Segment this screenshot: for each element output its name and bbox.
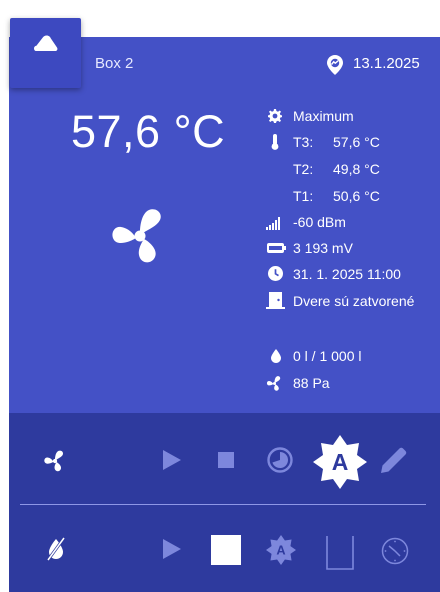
- controls-divider: [20, 504, 426, 505]
- main-temperature: 57,6 °C: [71, 106, 226, 157]
- battery-icon: [267, 243, 286, 253]
- water-volume: 0 l / 1 000 l: [293, 348, 362, 364]
- signal-strength: -60 dBm: [293, 214, 346, 230]
- stop-icon[interactable]: [218, 452, 234, 468]
- fan-icon: [112, 209, 161, 263]
- auto-mode-icon[interactable]: A: [313, 435, 367, 489]
- last-update: 31. 1. 2025 11:00: [293, 266, 401, 282]
- auto-badge-label: A: [332, 449, 349, 475]
- fan-small-icon: [266, 376, 281, 391]
- door-icon: [266, 292, 285, 309]
- sensor-label: T3:: [293, 134, 314, 150]
- clock-icon: [268, 266, 283, 281]
- cloud-icon: [34, 35, 58, 51]
- fan-icon: [44, 450, 64, 472]
- gear-icon: [268, 109, 282, 123]
- stop-icon[interactable]: [211, 535, 241, 565]
- water-off-icon: [46, 537, 66, 561]
- play-icon[interactable]: [163, 450, 181, 470]
- play-icon[interactable]: [163, 539, 181, 559]
- pressure: 88 Pa: [293, 375, 330, 391]
- door-status: Dvere sú zatvorené: [293, 293, 415, 309]
- timer-icon[interactable]: [267, 447, 293, 473]
- door-icon[interactable]: [326, 536, 354, 570]
- sensor-label: T2:: [293, 161, 314, 177]
- clock-icon[interactable]: [381, 537, 409, 565]
- signal-icon: [266, 217, 280, 230]
- edit-icon[interactable]: [381, 447, 407, 473]
- sensor-value: 50,6 °C: [333, 188, 380, 204]
- logo-tile[interactable]: [10, 18, 81, 88]
- sensor-label: T1:: [293, 188, 314, 204]
- auto-mode-icon[interactable]: A: [266, 535, 296, 565]
- location-pin-icon: [327, 55, 343, 75]
- header-date: 13.1.2025: [353, 55, 420, 72]
- device-name: Box 2: [95, 55, 134, 72]
- controls-panel: [9, 413, 440, 592]
- mode-label: Maximum: [293, 108, 354, 124]
- thermometer-icon: [271, 134, 279, 150]
- sensor-value: 57,6 °C: [333, 134, 380, 150]
- sensor-value: 49,8 °C: [333, 161, 380, 177]
- auto-badge-label: A: [276, 542, 285, 557]
- water-drop-icon: [271, 349, 281, 363]
- battery-voltage: 3 193 mV: [293, 240, 353, 256]
